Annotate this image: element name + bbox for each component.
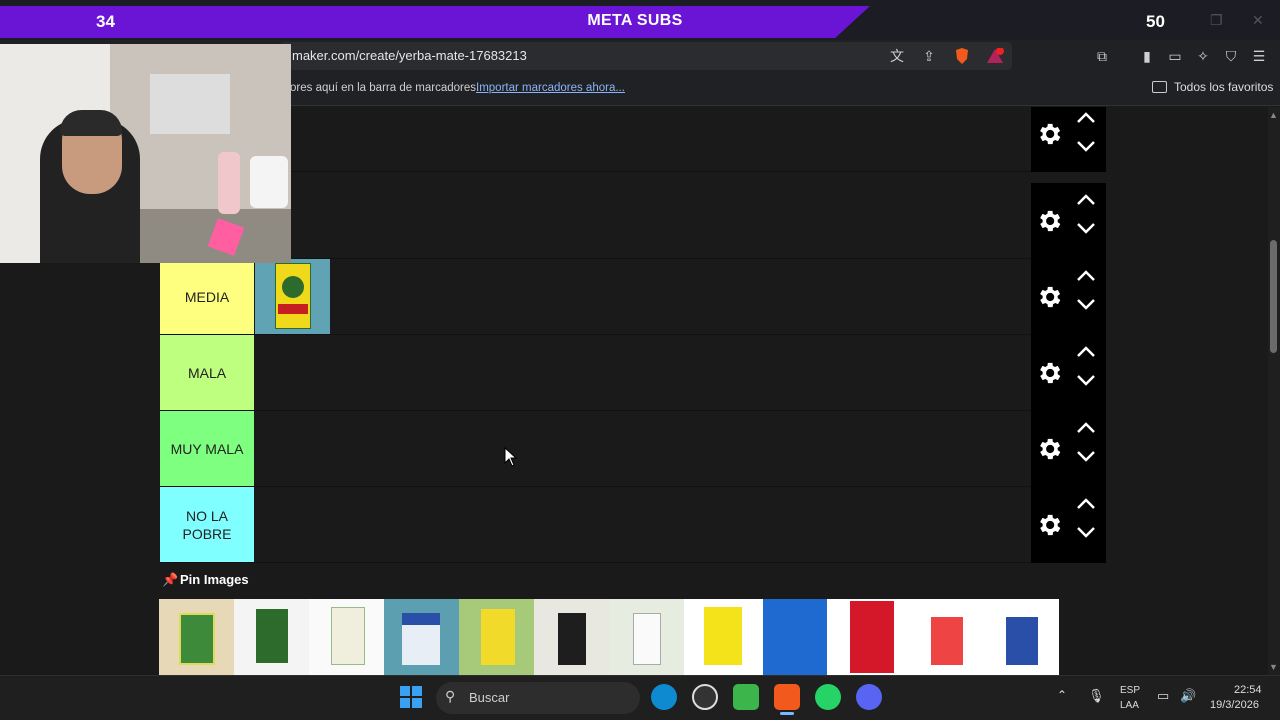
tier-row[interactable]: MALA bbox=[160, 335, 1106, 411]
tray-item[interactable] bbox=[534, 599, 609, 675]
pin-images-label: Pin Images bbox=[180, 572, 249, 587]
tier-row[interactable]: NO LA POBRE bbox=[160, 487, 1106, 563]
tier-label[interactable]: NO LA POBRE bbox=[160, 487, 254, 562]
share-icon[interactable]: ⇪ bbox=[918, 45, 940, 67]
tray-item[interactable] bbox=[984, 599, 1059, 675]
edge-icon[interactable] bbox=[651, 684, 677, 710]
chevron-up-icon[interactable] bbox=[1075, 111, 1097, 125]
tray-item[interactable] bbox=[459, 599, 534, 675]
close-icon[interactable]: ✕ bbox=[1252, 12, 1264, 29]
url-text[interactable]: maker.com/create/yerba-mate-17683213 bbox=[292, 48, 527, 63]
tier-controls bbox=[1031, 259, 1106, 335]
tier-controls bbox=[1031, 335, 1106, 411]
gear-icon[interactable] bbox=[1035, 359, 1063, 387]
chevron-up-icon[interactable] bbox=[1075, 193, 1097, 207]
vpn-icon[interactable]: ⛉ bbox=[1220, 45, 1242, 67]
clock-date[interactable]: 19/3/2026 bbox=[1210, 699, 1259, 711]
search-icon: ⚲ bbox=[445, 688, 456, 704]
brave-rewards-icon[interactable] bbox=[984, 45, 1006, 67]
folder-icon bbox=[1152, 81, 1167, 93]
whatsapp-icon[interactable] bbox=[815, 684, 841, 710]
chevron-up-icon[interactable] bbox=[1075, 345, 1097, 359]
tray-item[interactable] bbox=[684, 599, 759, 675]
webcam-overlay bbox=[0, 44, 291, 263]
gear-icon[interactable] bbox=[1035, 120, 1063, 148]
tier-label[interactable]: MALA bbox=[160, 335, 254, 410]
tray-item[interactable] bbox=[309, 599, 384, 675]
chevron-down-icon[interactable] bbox=[1075, 221, 1097, 235]
taskbar-search-placeholder[interactable]: Buscar bbox=[469, 690, 509, 705]
overlay-left-counter: 34 bbox=[96, 12, 115, 31]
keyboard-layout-indicator[interactable]: LAA bbox=[1120, 700, 1139, 711]
android-studio-icon[interactable] bbox=[733, 684, 759, 710]
tray-item[interactable] bbox=[234, 599, 309, 675]
chevron-down-icon[interactable] bbox=[1075, 297, 1097, 311]
gear-icon[interactable] bbox=[1035, 207, 1063, 235]
language-indicator[interactable]: ESP bbox=[1120, 685, 1140, 696]
translate-icon[interactable]: 文 bbox=[886, 45, 908, 67]
sidebar-icon[interactable]: ▮ bbox=[1136, 45, 1158, 67]
menu-icon[interactable]: ☰ bbox=[1248, 45, 1270, 67]
chevron-down-icon[interactable] bbox=[1075, 525, 1097, 539]
tier-row[interactable] bbox=[160, 183, 1106, 259]
mouse-cursor bbox=[504, 446, 518, 472]
tier-controls bbox=[1031, 487, 1106, 563]
all-favorites-link[interactable]: Todos los favoritos bbox=[1174, 80, 1273, 94]
chevron-down-icon[interactable] bbox=[1075, 139, 1097, 153]
tray-item[interactable] bbox=[759, 599, 834, 675]
import-bookmarks-link[interactable]: Importar marcadores ahora... bbox=[476, 82, 625, 94]
tray-item[interactable] bbox=[834, 599, 909, 675]
brave-icon[interactable] bbox=[774, 684, 800, 710]
gear-icon[interactable] bbox=[1035, 511, 1063, 539]
volume-icon[interactable]: 🔊 bbox=[1180, 688, 1196, 704]
windows-start-icon[interactable] bbox=[400, 686, 422, 708]
tray-item[interactable] bbox=[159, 599, 234, 675]
brave-shields-icon[interactable] bbox=[951, 45, 973, 67]
tier-row[interactable] bbox=[160, 107, 1106, 172]
discord-icon[interactable] bbox=[856, 684, 882, 710]
bookmarks-hint-text: ores aquí en la barra de marcadores. bbox=[290, 82, 480, 94]
gear-icon[interactable] bbox=[1035, 283, 1063, 311]
scrollbar[interactable] bbox=[1268, 107, 1280, 675]
network-icon[interactable]: ▭ bbox=[1157, 688, 1169, 704]
chevron-down-icon[interactable] bbox=[1075, 449, 1097, 463]
yerba-package-image bbox=[275, 263, 311, 329]
scroll-down-icon[interactable]: ▼ bbox=[1269, 662, 1278, 672]
clock-time[interactable]: 22:54 bbox=[1234, 684, 1262, 696]
obs-icon[interactable] bbox=[692, 684, 718, 710]
tier-label[interactable]: MEDIA bbox=[160, 259, 254, 334]
tier-label[interactable]: MUY MALA bbox=[160, 411, 254, 486]
tier-row[interactable]: MUY MALA bbox=[160, 411, 1106, 487]
chevron-up-icon[interactable] bbox=[1075, 497, 1097, 511]
tray-item[interactable] bbox=[609, 599, 684, 675]
microphone-icon[interactable]: 🎙 bbox=[1088, 688, 1105, 704]
screenshot-icon[interactable]: ⧉ bbox=[1091, 45, 1113, 67]
image-tray bbox=[159, 599, 1059, 675]
taskbar-search-box[interactable] bbox=[436, 682, 640, 714]
tier-row[interactable]: MEDIA bbox=[160, 259, 1106, 335]
pin-icon: 📌 bbox=[162, 572, 179, 587]
chevron-down-icon[interactable] bbox=[1075, 373, 1097, 387]
wallet-icon[interactable]: ▭ bbox=[1164, 45, 1186, 67]
gear-icon[interactable] bbox=[1035, 435, 1063, 463]
tray-item[interactable] bbox=[384, 599, 459, 675]
tier-item-canarias[interactable] bbox=[255, 259, 330, 334]
tier-controls bbox=[1031, 183, 1106, 259]
scroll-up-icon[interactable]: ▲ bbox=[1269, 110, 1278, 120]
stream-overlay-banner bbox=[0, 6, 870, 38]
tray-chevron-up-icon[interactable]: ⌃ bbox=[1057, 688, 1067, 702]
scrollbar-thumb[interactable] bbox=[1270, 240, 1277, 353]
restore-icon[interactable]: ❐ bbox=[1210, 12, 1223, 29]
tray-item[interactable] bbox=[909, 599, 984, 675]
overlay-right-counter: 50 bbox=[1146, 12, 1165, 31]
active-app-indicator bbox=[780, 712, 794, 715]
chevron-up-icon[interactable] bbox=[1075, 421, 1097, 435]
chevron-up-icon[interactable] bbox=[1075, 269, 1097, 283]
tier-controls bbox=[1031, 411, 1106, 487]
overlay-title: META SUBS bbox=[587, 12, 683, 29]
leo-ai-icon[interactable]: ✧ bbox=[1192, 45, 1214, 67]
tier-controls bbox=[1031, 107, 1106, 172]
